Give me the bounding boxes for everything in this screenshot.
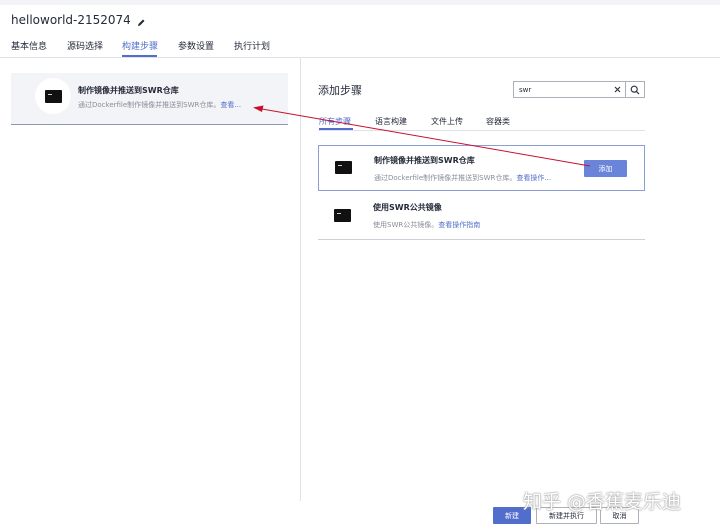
active-subtab-indicator xyxy=(319,128,353,130)
step-option-icon-wrap xyxy=(335,161,352,174)
search-input[interactable] xyxy=(514,82,608,97)
search-icon[interactable] xyxy=(626,82,644,97)
view-guide-link[interactable]: 查看操作... xyxy=(516,174,551,182)
subtab-all-steps[interactable]: 所有步骤 xyxy=(319,116,351,127)
project-title: helloworld-2152074 xyxy=(11,12,146,28)
panel-divider xyxy=(300,58,301,501)
selected-step-desc: 通过Dockerfile制作镜像并推送到SWR仓库。查看... xyxy=(78,100,241,110)
terminal-icon xyxy=(44,89,62,103)
view-guide-link[interactable]: 查看操作指南 xyxy=(438,221,480,229)
view-more-link[interactable]: 查看... xyxy=(220,101,241,109)
tab-bar: 基本信息 源码选择 构建步骤 参数设置 执行计划 xyxy=(0,38,720,58)
subtab-language-build[interactable]: 语言构建 xyxy=(375,116,407,127)
step-option-swr-public[interactable]: 使用SWR公共镜像 使用SWR公共镜像。查看操作指南 xyxy=(318,194,645,240)
subtab-baseline xyxy=(318,130,645,131)
step-option-title: 制作镜像并推送到SWR仓库 xyxy=(374,156,475,165)
step-option-icon-wrap xyxy=(334,209,351,222)
active-tab-indicator xyxy=(122,55,157,57)
tab-parameters[interactable]: 参数设置 xyxy=(178,42,214,53)
subtab-file-upload[interactable]: 文件上传 xyxy=(431,116,463,127)
search-box xyxy=(513,81,645,98)
selected-step-title: 制作镜像并推送到SWR仓库 xyxy=(78,86,179,95)
add-button[interactable]: 添加 xyxy=(584,160,627,177)
selected-step-card[interactable]: 制作镜像并推送到SWR仓库 通过Dockerfile制作镜像并推送到SWR仓库。… xyxy=(11,73,288,125)
selected-step-desc-text: 通过Dockerfile制作镜像并推送到SWR仓库。 xyxy=(78,101,221,109)
watermark: 知乎 @香蕉麦乐迪 xyxy=(523,491,682,513)
tab-build-steps[interactable]: 构建步骤 xyxy=(122,42,158,53)
project-name: helloworld-2152074 xyxy=(11,13,131,27)
step-option-title: 使用SWR公共镜像 xyxy=(373,203,442,212)
add-step-title: 添加步骤 xyxy=(318,84,362,97)
step-option-desc-text: 使用SWR公共镜像。 xyxy=(373,221,439,229)
step-option-swr-push[interactable]: 制作镜像并推送到SWR仓库 通过Dockerfile制作镜像并推送到SWR仓库。… xyxy=(318,145,645,191)
step-icon-circle xyxy=(35,78,71,114)
step-option-desc: 通过Dockerfile制作镜像并推送到SWR仓库。查看操作... xyxy=(374,173,551,183)
tab-schedule[interactable]: 执行计划 xyxy=(234,42,270,53)
terminal-icon xyxy=(334,209,351,222)
top-strip xyxy=(0,0,720,5)
pencil-icon[interactable] xyxy=(137,16,146,26)
step-option-desc: 使用SWR公共镜像。查看操作指南 xyxy=(373,220,480,230)
terminal-icon xyxy=(335,161,352,174)
step-option-desc-text: 通过Dockerfile制作镜像并推送到SWR仓库。 xyxy=(374,174,517,182)
tab-source[interactable]: 源码选择 xyxy=(67,42,103,53)
tab-basic-info[interactable]: 基本信息 xyxy=(11,42,47,53)
close-icon[interactable] xyxy=(610,82,624,97)
subtab-container[interactable]: 容器类 xyxy=(486,116,510,127)
